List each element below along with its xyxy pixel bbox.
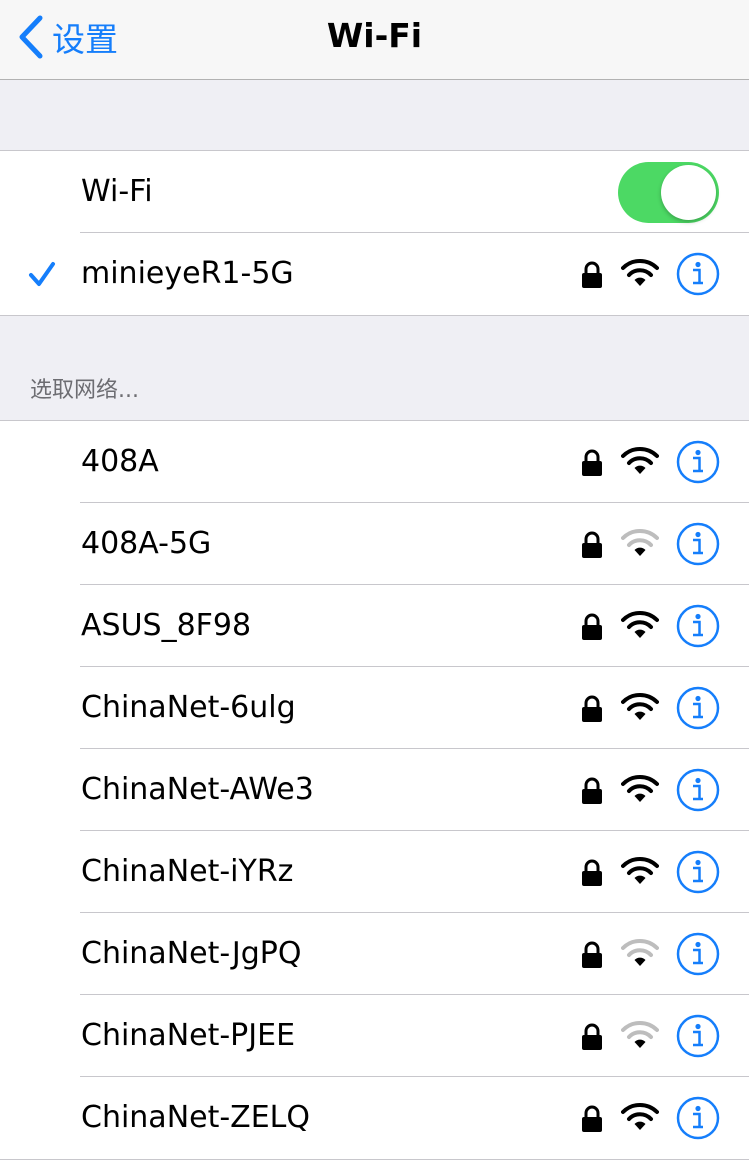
wifi-signal-icon bbox=[621, 938, 659, 966]
network-list: 408A 408A-5G ASUS_8F98 ChinaNet-6ulg ChinaNe… bbox=[0, 420, 749, 1160]
wifi-signal-icon bbox=[621, 610, 659, 638]
network-row[interactable]: 408A-5G bbox=[0, 503, 749, 585]
checkmark-icon bbox=[29, 262, 55, 286]
wifi-signal-icon bbox=[621, 1020, 659, 1048]
lock-icon bbox=[582, 695, 602, 722]
network-row[interactable]: ChinaNet-iYRz bbox=[0, 831, 749, 913]
info-icon[interactable] bbox=[676, 252, 720, 296]
connected-network-name: minieyeR1-5G bbox=[81, 256, 294, 291]
network-name: ASUS_8F98 bbox=[81, 608, 252, 643]
network-name: 408A bbox=[81, 444, 159, 479]
lock-icon bbox=[582, 777, 602, 804]
info-icon[interactable] bbox=[676, 440, 720, 484]
wifi-signal-icon bbox=[621, 774, 659, 802]
wifi-signal-icon bbox=[621, 528, 659, 556]
lock-icon bbox=[582, 1023, 602, 1050]
lock-icon bbox=[582, 261, 602, 288]
info-icon[interactable] bbox=[676, 686, 720, 730]
wifi-toggle-label: Wi-Fi bbox=[81, 174, 153, 209]
network-row[interactable]: ChinaNet-PJEE bbox=[0, 995, 749, 1077]
toggle-knob bbox=[661, 165, 716, 220]
wifi-toggle-switch[interactable] bbox=[618, 162, 719, 223]
wifi-signal-icon bbox=[621, 258, 659, 286]
section-header: 选取网络... bbox=[30, 378, 139, 403]
info-icon[interactable] bbox=[676, 932, 720, 976]
network-row[interactable]: ASUS_8F98 bbox=[0, 585, 749, 667]
network-row[interactable]: ChinaNet-6ulg bbox=[0, 667, 749, 749]
network-name: ChinaNet-6ulg bbox=[81, 690, 296, 725]
connected-network-row[interactable]: minieyeR1-5G bbox=[0, 233, 749, 315]
wifi-group: Wi-Fi minieyeR1-5G bbox=[0, 150, 749, 316]
wifi-toggle-row: Wi-Fi bbox=[0, 151, 749, 233]
network-row[interactable]: ChinaNet-JgPQ bbox=[0, 913, 749, 995]
info-icon[interactable] bbox=[676, 604, 720, 648]
lock-icon bbox=[582, 1105, 602, 1132]
network-row[interactable]: ChinaNet-AWe3 bbox=[0, 749, 749, 831]
lock-icon bbox=[582, 449, 602, 476]
page-title: Wi-Fi bbox=[326, 16, 423, 55]
network-row[interactable]: ChinaNet-ZELQ bbox=[0, 1077, 749, 1159]
lock-icon bbox=[582, 941, 602, 968]
lock-icon bbox=[582, 613, 602, 640]
wifi-signal-icon bbox=[621, 856, 659, 884]
network-name: ChinaNet-PJEE bbox=[81, 1018, 296, 1053]
network-row[interactable]: 408A bbox=[0, 421, 749, 503]
wifi-signal-icon bbox=[621, 446, 659, 474]
lock-icon bbox=[582, 531, 602, 558]
info-icon[interactable] bbox=[676, 850, 720, 894]
network-name: ChinaNet-iYRz bbox=[81, 854, 294, 889]
network-name: ChinaNet-JgPQ bbox=[81, 936, 302, 971]
network-name: 408A-5G bbox=[81, 526, 212, 561]
network-name: ChinaNet-ZELQ bbox=[81, 1100, 311, 1135]
wifi-signal-icon bbox=[621, 692, 659, 720]
info-icon[interactable] bbox=[676, 522, 720, 566]
info-icon[interactable] bbox=[676, 1096, 720, 1140]
wifi-signal-icon bbox=[621, 1102, 659, 1130]
info-icon[interactable] bbox=[676, 1014, 720, 1058]
navigation-bar: 设置 Wi-Fi bbox=[0, 0, 749, 80]
info-icon[interactable] bbox=[676, 768, 720, 812]
network-name: ChinaNet-AWe3 bbox=[81, 772, 314, 807]
lock-icon bbox=[582, 859, 602, 886]
